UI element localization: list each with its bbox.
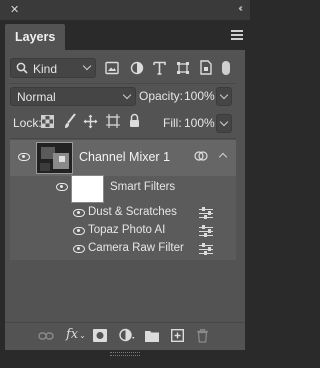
lock-image-pixels-icon[interactable] (63, 113, 77, 129)
window-titlebar: ✕ ‹‹ (0, 0, 250, 20)
trash-icon[interactable] (197, 329, 208, 343)
adjustment-filter-icon[interactable] (130, 61, 144, 75)
divider (10, 138, 236, 139)
close-icon[interactable]: ✕ (10, 3, 19, 17)
filter-toggle-icon[interactable] (222, 61, 230, 75)
divider (10, 83, 236, 84)
filter-name: Camera Raw Filter (88, 242, 184, 254)
blend-mode-select[interactable]: Normal (10, 87, 136, 106)
lock-label: Lock: (13, 116, 42, 130)
lock-artboard-icon[interactable] (106, 114, 120, 129)
blending-options-icon[interactable] (199, 225, 213, 237)
filter-row-topaz-photo-ai[interactable]: Topaz Photo AI (70, 223, 236, 239)
group-folder-icon[interactable] (145, 330, 159, 342)
opacity-label: Opacity: (139, 89, 184, 103)
chevron-down-icon (82, 61, 92, 71)
panel-tab-row: Layers (5, 20, 245, 50)
lock-transparent-pixels-icon[interactable] (41, 115, 54, 128)
visibility-eye-icon[interactable] (18, 153, 30, 161)
layer-row-channel-mixer[interactable]: Channel Mixer 1 (10, 140, 236, 176)
visibility-eye-icon[interactable] (73, 245, 85, 253)
new-layer-icon[interactable] (171, 329, 184, 342)
tab-layers-label: Layers (15, 30, 56, 44)
fill-value: 100% (184, 116, 215, 130)
fx-icon[interactable]: fx⌄ (66, 327, 86, 342)
collapse-filters-chevron-icon[interactable] (218, 152, 228, 162)
fill-field[interactable]: 100% (183, 114, 215, 133)
chevron-down-icon (219, 90, 229, 100)
visibility-eye-icon[interactable] (73, 227, 85, 235)
lock-all-icon[interactable] (129, 113, 140, 128)
blending-options-icon[interactable] (199, 207, 213, 219)
search-icon (16, 62, 28, 74)
hamburger-menu-icon[interactable] (231, 30, 243, 40)
blending-options-icon[interactable] (199, 243, 213, 255)
image-filter-icon[interactable] (105, 61, 119, 75)
layer-mask-icon[interactable] (93, 329, 107, 342)
filter-row-dust-scratches[interactable]: Dust & Scratches (70, 205, 236, 221)
panel-resize-handle[interactable] (110, 352, 140, 356)
lock-position-icon[interactable] (83, 114, 98, 129)
adjustment-layer-icon[interactable] (119, 328, 135, 342)
layer-thumbnail (36, 142, 73, 174)
filter-row-camera-raw-filter[interactable]: Camera Raw Filter (70, 241, 236, 257)
chevron-down-icon (219, 117, 229, 127)
opacity-value: 100% (184, 89, 215, 103)
smart-filters-label: Smart Filters (110, 181, 176, 193)
layer-name: Channel Mixer 1 (79, 150, 171, 164)
smart-object-badge-icon (194, 151, 208, 161)
filter-name: Topaz Photo AI (88, 224, 166, 236)
shape-filter-icon[interactable] (176, 61, 190, 75)
type-filter-icon[interactable] (153, 61, 166, 75)
chevron-down-icon (122, 90, 132, 100)
fill-label: Fill: (163, 116, 182, 130)
smart-object-filter-icon[interactable] (200, 60, 212, 75)
tab-layers[interactable]: Layers (5, 24, 65, 50)
filter-name: Dust & Scratches (88, 206, 177, 218)
smart-filter-mask-thumbnail (71, 175, 104, 203)
kind-filter-label: Kind (33, 62, 58, 76)
opacity-field[interactable]: 100% (183, 87, 215, 106)
collapse-icon[interactable]: ‹‹ (238, 3, 242, 14)
smart-filters-visibility-eye-icon[interactable] (56, 183, 68, 191)
visibility-eye-icon[interactable] (73, 209, 85, 217)
kind-filter-select[interactable]: Kind (10, 58, 96, 78)
fill-slider-toggle[interactable] (216, 114, 232, 133)
opacity-slider-toggle[interactable] (216, 87, 232, 106)
blend-mode-value: Normal (17, 90, 56, 104)
link-layers-icon[interactable] (38, 331, 54, 341)
